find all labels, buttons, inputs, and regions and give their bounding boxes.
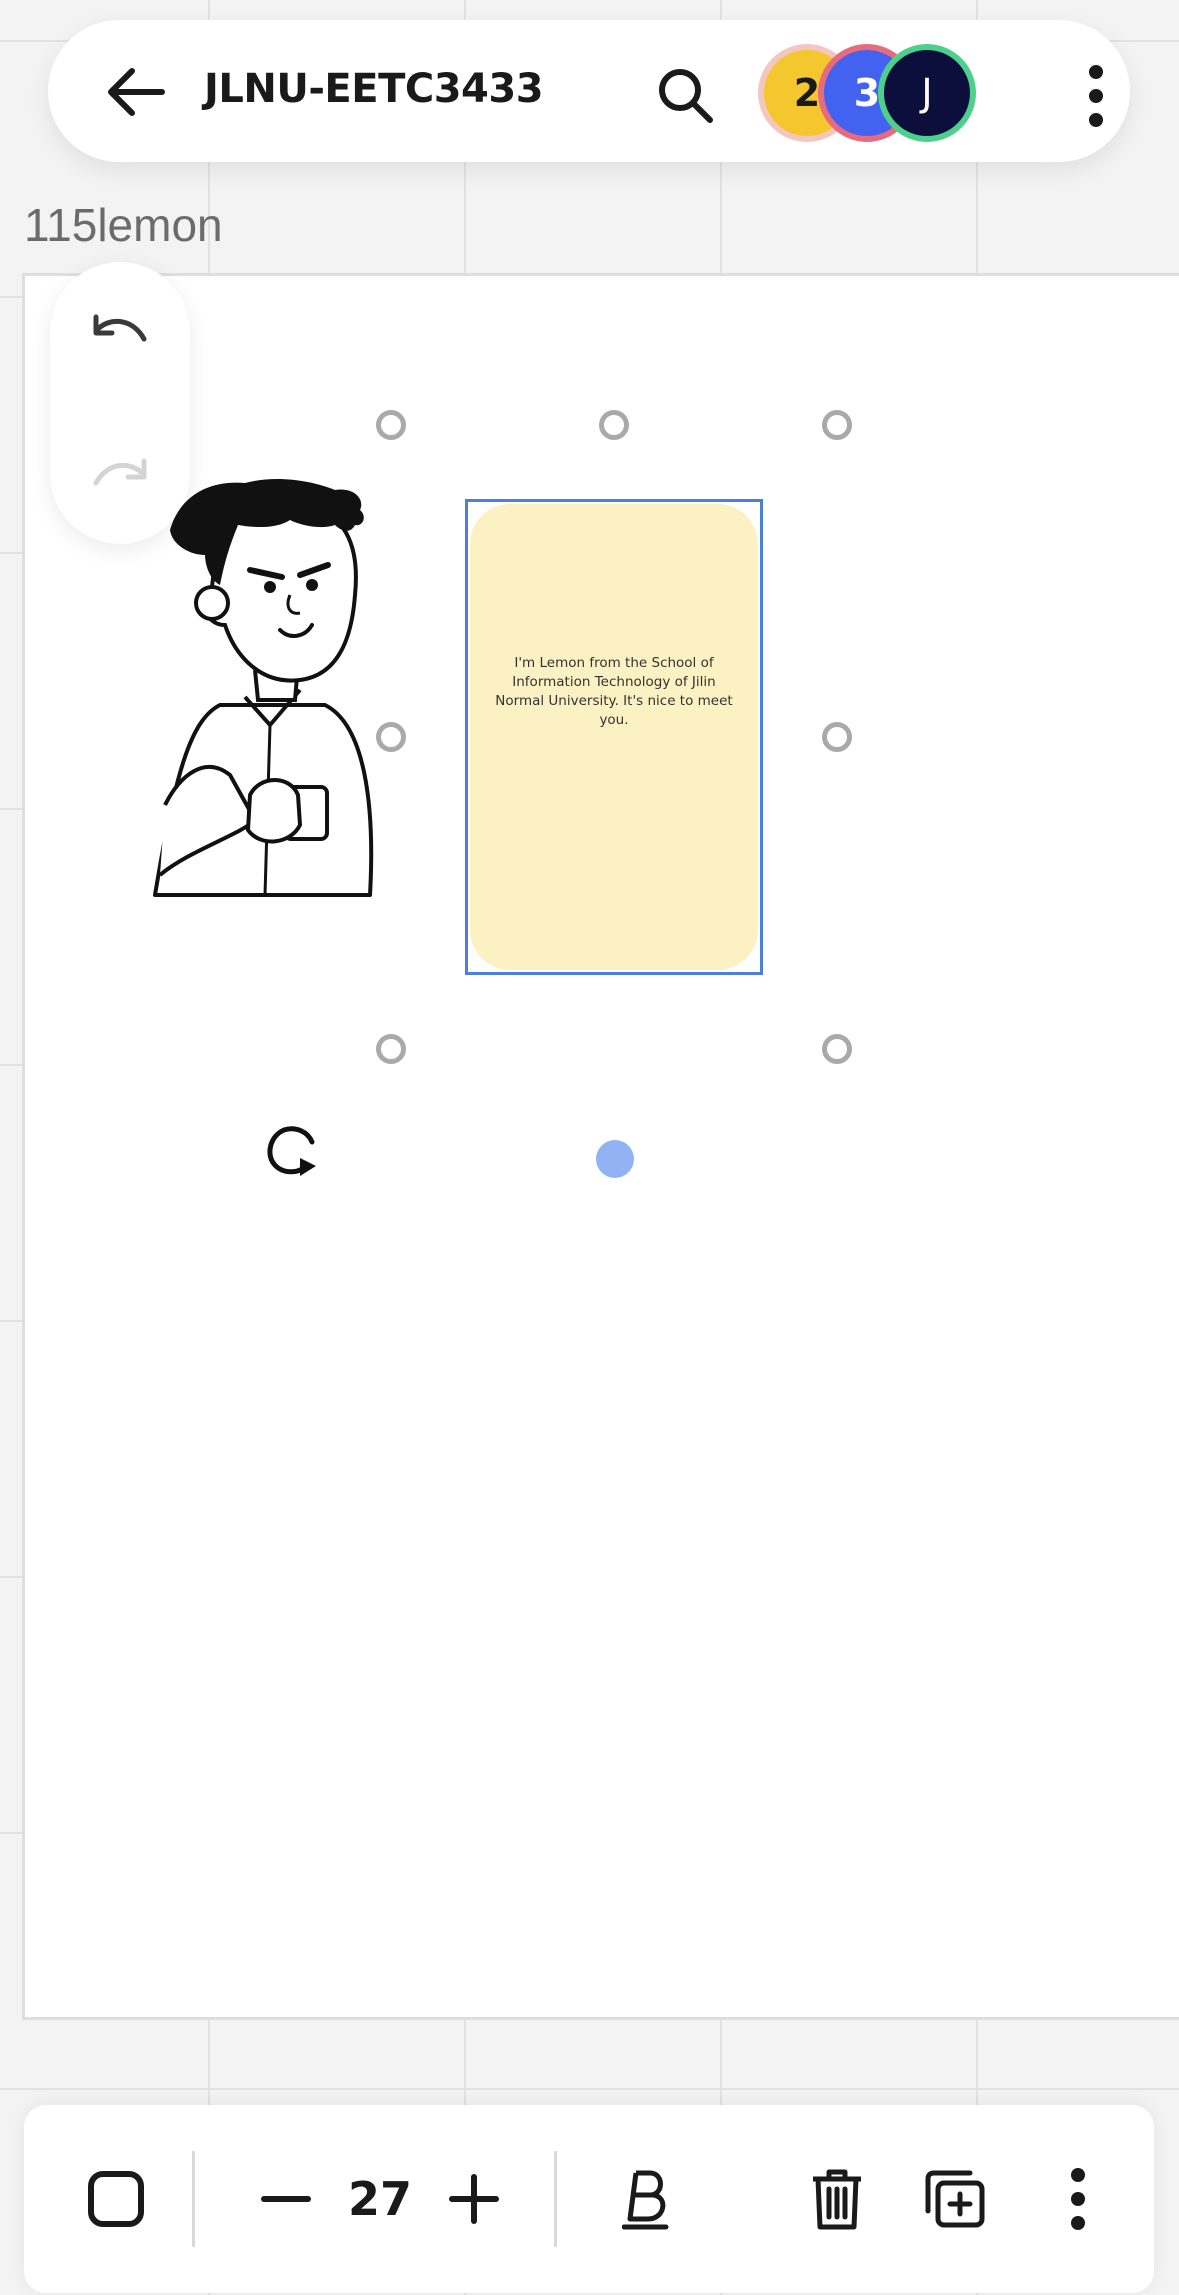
undo-button[interactable]	[80, 294, 160, 374]
resize-handle-bottom-left[interactable]	[376, 1034, 406, 1064]
resize-handle-top-left[interactable]	[376, 410, 406, 440]
resize-handle-right[interactable]	[822, 722, 852, 752]
arrow-left-icon	[108, 68, 165, 116]
more-options-button[interactable]	[1058, 58, 1134, 134]
more-vertical-icon	[1089, 65, 1103, 127]
toolbar-divider	[554, 2151, 557, 2247]
more-options-button[interactable]	[1048, 2155, 1108, 2243]
redo-icon	[93, 458, 147, 486]
resize-handle-bottom-right[interactable]	[822, 1034, 852, 1064]
increase-font-size-button[interactable]	[434, 2155, 514, 2243]
duplicate-icon	[925, 2170, 985, 2228]
toolbar-divider	[192, 2151, 195, 2247]
duplicate-button[interactable]	[908, 2155, 1002, 2243]
search-button[interactable]	[648, 58, 724, 134]
shape-button[interactable]	[70, 2155, 162, 2243]
resize-handle-top-right[interactable]	[822, 410, 852, 440]
font-size-value[interactable]: 27	[340, 2157, 420, 2241]
minus-icon	[261, 2196, 311, 2202]
search-icon	[659, 69, 713, 123]
board-title[interactable]: JLNU-EETC3433	[204, 66, 544, 112]
connector-handle[interactable]	[596, 1140, 634, 1178]
top-bar: JLNU-EETC3433 2 3 J	[48, 20, 1130, 162]
plus-icon	[449, 2174, 499, 2224]
redo-button[interactable]	[80, 438, 160, 518]
undo-icon	[93, 314, 147, 342]
rotate-handle-icon[interactable]	[262, 1120, 322, 1180]
bold-text-icon	[622, 2170, 669, 2230]
collaborator-avatar[interactable]: J	[878, 44, 976, 142]
delete-button[interactable]	[792, 2155, 882, 2243]
bold-button[interactable]	[604, 2155, 688, 2243]
decrease-font-size-button[interactable]	[246, 2155, 326, 2243]
more-vertical-icon	[1071, 2168, 1085, 2230]
trash-icon	[813, 2169, 861, 2230]
resize-handle-top[interactable]	[599, 410, 629, 440]
selection-box	[465, 499, 763, 975]
bottom-toolbar: 27	[24, 2105, 1154, 2293]
frame-label[interactable]: 115lemon	[24, 198, 223, 252]
back-button[interactable]	[100, 56, 172, 128]
person-holding-cup-illustration[interactable]	[150, 475, 400, 910]
resize-handle-left[interactable]	[376, 722, 406, 752]
square-shape-icon	[88, 2171, 144, 2227]
